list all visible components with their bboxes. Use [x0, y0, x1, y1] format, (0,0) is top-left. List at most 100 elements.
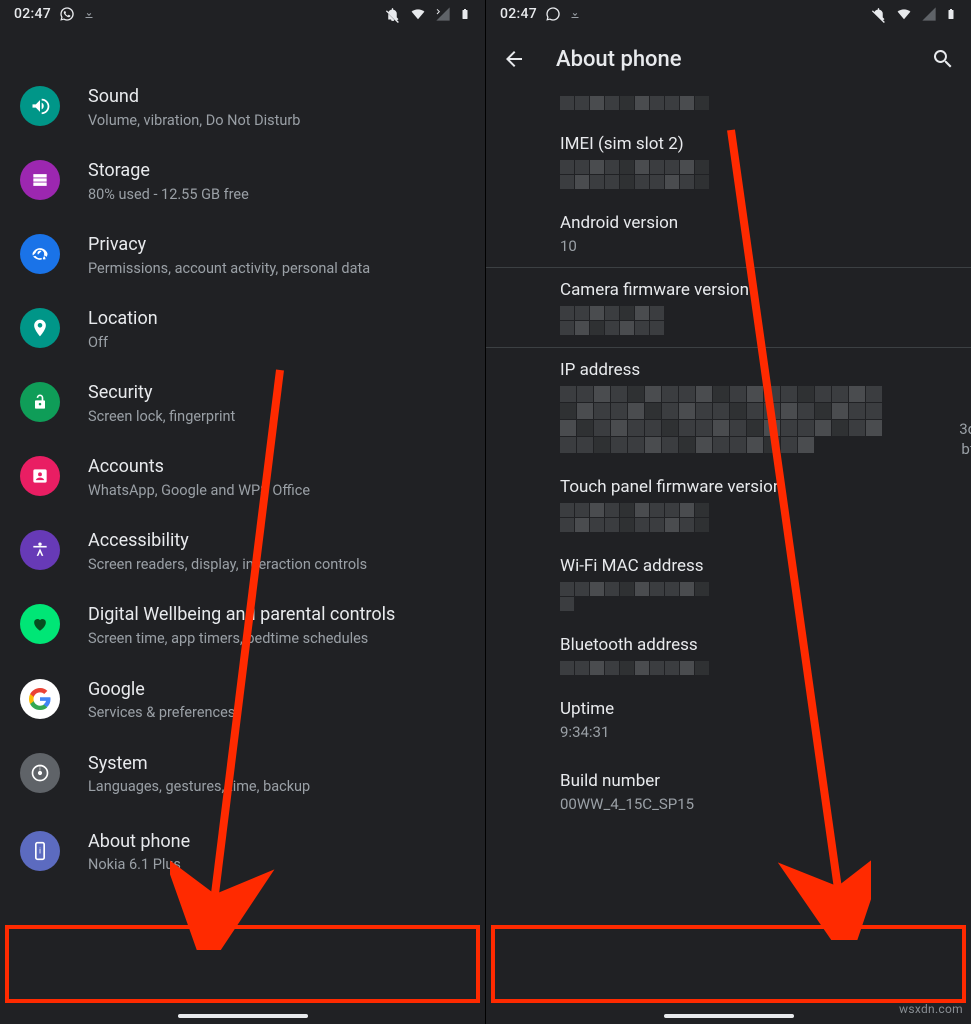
security-icon: [20, 382, 60, 422]
redacted-value: [560, 503, 710, 532]
privacy-icon: [20, 234, 60, 274]
item-subtitle: Nokia 6.1 Plus: [88, 855, 190, 875]
whatsapp-icon: [59, 6, 75, 22]
about-item-camera-firmware[interactable]: Camera firmware version: [486, 268, 971, 347]
wifi-icon: [409, 7, 427, 21]
settings-item-security[interactable]: Security Screen lock, fingerprint: [0, 366, 485, 440]
accessibility-icon: [20, 530, 60, 570]
about-value: 9:34:31: [560, 723, 951, 741]
settings-item-system[interactable]: i System Languages, gestures, time, back…: [0, 737, 485, 811]
screen-title: About phone: [556, 47, 901, 72]
item-subtitle: 80% used - 12.55 GB free: [88, 185, 249, 205]
about-title: Build number: [560, 771, 951, 791]
settings-item-about-phone[interactable]: i About phone Nokia 6.1 Plus: [0, 811, 485, 897]
location-icon: [20, 308, 60, 348]
item-title: Privacy: [88, 234, 370, 257]
storage-icon: [20, 160, 60, 200]
back-button[interactable]: [500, 45, 528, 73]
about-value: 00WW_4_15C_SP15: [560, 795, 951, 813]
settings-item-accessibility[interactable]: Accessibility Screen readers, display, i…: [0, 514, 485, 588]
about-item-imei2[interactable]: IMEI (sim slot 2): [486, 122, 971, 201]
about-title: Wi-Fi MAC address: [560, 556, 951, 576]
redacted-value: [560, 306, 670, 335]
status-bar: 02:47: [0, 0, 485, 28]
settings-item-google[interactable]: Google Services & preferences: [0, 663, 485, 737]
about-item-ip-address[interactable]: IP address 3d35 bf: [486, 348, 971, 465]
settings-list[interactable]: Sound Volume, vibration, Do Not Disturb …: [0, 28, 485, 897]
redacted-value: [560, 160, 710, 189]
item-title: Storage: [88, 160, 249, 183]
item-title: Location: [88, 308, 158, 331]
item-title: Accounts: [88, 456, 310, 479]
about-item-redacted-top[interactable]: [486, 96, 971, 122]
about-title: IMEI (sim slot 2): [560, 134, 951, 154]
ip-hint-2: bf: [961, 440, 971, 458]
system-icon: i: [20, 753, 60, 793]
battery-icon: [945, 5, 957, 23]
settings-item-location[interactable]: Location Off: [0, 292, 485, 366]
about-title: Camera firmware version: [560, 280, 951, 300]
item-subtitle: Screen readers, display, interaction con…: [88, 555, 367, 575]
item-title: Sound: [88, 86, 300, 109]
about-item-uptime[interactable]: Uptime 9:34:31: [486, 687, 971, 753]
watermark: wsxdn.com: [899, 1002, 963, 1016]
item-title: About phone: [88, 831, 190, 854]
sound-icon: [20, 86, 60, 126]
clock-text: 02:47: [500, 6, 537, 22]
signal-icon: [921, 6, 937, 22]
item-title: Security: [88, 382, 235, 405]
redacted-value: [560, 96, 710, 110]
about-title: Bluetooth address: [560, 635, 951, 655]
item-subtitle: Volume, vibration, Do Not Disturb: [88, 111, 300, 131]
about-item-build-number[interactable]: Build number 00WW_4_15C_SP15: [486, 753, 971, 839]
wellbeing-icon: [20, 604, 60, 644]
item-subtitle: Permissions, account activity, personal …: [88, 259, 370, 279]
about-item-android-version[interactable]: Android version 10: [486, 201, 971, 267]
ip-hint-1: 3d35: [959, 420, 971, 438]
annotation-box-about-phone: [5, 925, 480, 1003]
annotation-box-build-number: [491, 925, 966, 1003]
about-title: IP address: [560, 360, 951, 380]
about-phone-icon: i: [20, 831, 60, 871]
item-title: System: [88, 753, 310, 776]
item-subtitle: Languages, gestures, time, backup: [88, 777, 310, 797]
about-value: 10: [560, 237, 951, 255]
svg-text:i: i: [39, 846, 41, 856]
item-subtitle: Services & preferences: [88, 703, 235, 723]
battery-icon: [459, 5, 471, 23]
item-subtitle: WhatsApp, Google and WPS Office: [88, 481, 310, 501]
about-item-touch-firmware[interactable]: Touch panel firmware version: [486, 465, 971, 544]
download-icon: [569, 7, 581, 21]
item-title: Google: [88, 679, 235, 702]
settings-item-accounts[interactable]: Accounts WhatsApp, Google and WPS Office: [0, 440, 485, 514]
about-item-bluetooth-address[interactable]: Bluetooth address: [486, 623, 971, 687]
about-title: Android version: [560, 213, 951, 233]
nav-pill[interactable]: [178, 1014, 308, 1018]
redacted-value: [560, 386, 890, 453]
item-subtitle: Screen lock, fingerprint: [88, 407, 235, 427]
download-icon: [83, 7, 95, 21]
wifi-icon: [895, 7, 913, 21]
settings-screen: 02:47: [0, 0, 485, 1024]
item-title: Digital Wellbeing and parental controls: [88, 604, 395, 627]
redacted-value: [560, 661, 710, 675]
google-icon: [20, 679, 60, 719]
search-button[interactable]: [929, 45, 957, 73]
dnd-icon: [384, 6, 401, 23]
settings-item-storage[interactable]: Storage 80% used - 12.55 GB free: [0, 144, 485, 218]
signal-icon: [435, 6, 451, 22]
about-item-wifi-mac[interactable]: Wi-Fi MAC address: [486, 544, 971, 623]
settings-item-sound[interactable]: Sound Volume, vibration, Do Not Disturb: [0, 70, 485, 144]
about-list[interactable]: IMEI (sim slot 2) Android version 10 Cam…: [486, 96, 971, 839]
about-title: Uptime: [560, 699, 951, 719]
whatsapp-icon: [545, 6, 561, 22]
item-title: Accessibility: [88, 530, 367, 553]
nav-pill[interactable]: [664, 1014, 794, 1018]
settings-item-privacy[interactable]: Privacy Permissions, account activity, p…: [0, 218, 485, 292]
appbar: About phone: [486, 28, 971, 90]
item-subtitle: Screen time, app timers, bedtime schedul…: [88, 629, 395, 649]
accounts-icon: [20, 456, 60, 496]
redacted-value: [560, 582, 715, 611]
status-bar: 02:47: [486, 0, 971, 28]
settings-item-wellbeing[interactable]: Digital Wellbeing and parental controls …: [0, 588, 485, 662]
